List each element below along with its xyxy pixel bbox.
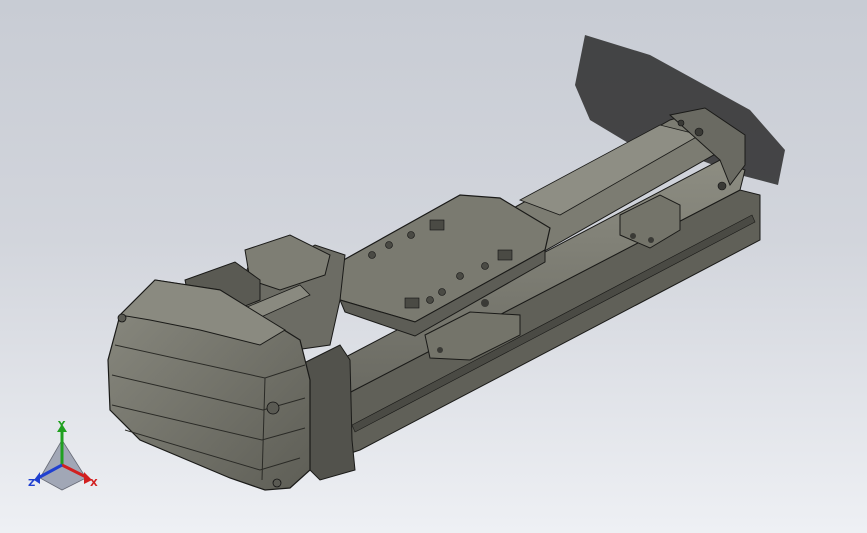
end-block-hole: [717, 181, 727, 191]
motor-bolt: [272, 478, 282, 488]
cad-viewport[interactable]: Y X Z: [0, 0, 867, 533]
triad-z-label: Z: [28, 478, 35, 489]
coordinate-triad[interactable]: Y X Z: [28, 420, 98, 491]
end-block-hole: [677, 119, 685, 127]
end-block-hole: [694, 127, 704, 137]
sensor-bracket-hole: [437, 347, 443, 353]
triad-y-label: Y: [57, 420, 66, 431]
motor-bolt: [117, 313, 127, 323]
triad-x-label: X: [90, 478, 98, 489]
sensor-bracket-hole: [481, 299, 489, 307]
sensor-bracket-hole: [630, 233, 636, 239]
motor-bolt: [266, 401, 280, 415]
model-scene[interactable]: Y X Z: [0, 0, 867, 533]
sensor-bracket-hole: [648, 237, 654, 243]
